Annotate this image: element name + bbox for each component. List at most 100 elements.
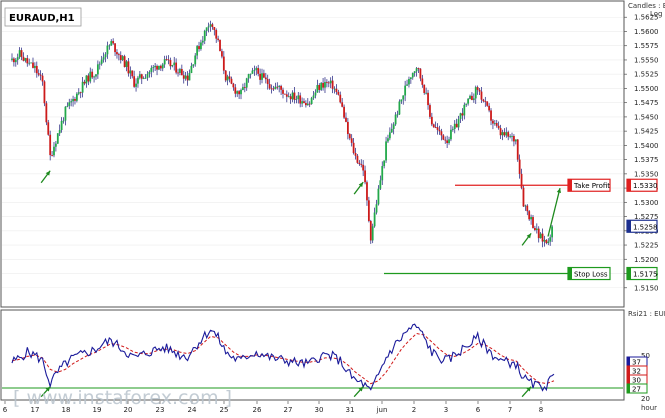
candle-down xyxy=(289,96,292,100)
candle-down xyxy=(175,62,178,73)
candle-up xyxy=(398,101,401,115)
candle-down xyxy=(180,69,183,76)
candle-up xyxy=(501,132,504,136)
candle-up xyxy=(388,132,391,139)
candle-up xyxy=(152,67,155,68)
candle-down xyxy=(325,81,328,83)
candle-down xyxy=(541,233,544,242)
candle-down xyxy=(159,65,162,69)
rsi-value-tab xyxy=(627,357,630,366)
candle-up xyxy=(150,67,153,72)
candle-up xyxy=(34,65,36,68)
candle-up xyxy=(236,91,239,94)
candle-down xyxy=(337,91,340,95)
scale-label: Log xyxy=(650,10,663,18)
price-tick-label: 1.5150 xyxy=(634,284,659,292)
candle-down xyxy=(41,75,44,82)
time-tick-label: 2 xyxy=(412,406,416,414)
candle-up xyxy=(58,130,61,134)
candle-up xyxy=(190,65,193,73)
candle-up xyxy=(314,92,317,96)
candle-down xyxy=(169,60,172,67)
price-tick-label: 1.5500 xyxy=(634,85,659,93)
candle-down xyxy=(156,65,158,70)
candle-up xyxy=(137,77,139,84)
candle-down xyxy=(213,26,216,31)
candle-down xyxy=(131,70,134,77)
candle-down xyxy=(221,51,223,57)
candle-down xyxy=(537,228,540,239)
candle-down xyxy=(438,129,441,132)
candle-down xyxy=(43,81,46,104)
indicator-label: Rsi21 : EUR xyxy=(628,310,665,318)
price-chart: Take ProfitStop Loss 1.56251.56001.55751… xyxy=(0,0,665,414)
price-tick-label: 1.5525 xyxy=(634,71,659,79)
candle-down xyxy=(350,138,353,143)
price-tick-label: 1.5425 xyxy=(634,128,659,136)
candle-down xyxy=(280,85,282,90)
candle-up xyxy=(200,42,202,50)
candle-down xyxy=(217,38,220,40)
candle-down xyxy=(119,55,122,61)
candle-down xyxy=(232,83,235,88)
candle-up xyxy=(77,92,80,94)
rsi-tick-label: 20 xyxy=(641,395,650,403)
time-tick-label: 8 xyxy=(539,406,543,414)
candle-up xyxy=(121,56,124,61)
candle-up xyxy=(18,50,21,58)
candle-up xyxy=(383,160,386,167)
candle-up xyxy=(415,68,418,72)
time-tick-label: 31 xyxy=(346,406,355,414)
candle-down xyxy=(228,76,231,79)
candle-down xyxy=(35,65,38,74)
candle-up xyxy=(100,59,103,64)
candle-down xyxy=(222,56,225,71)
rsi-value-tab xyxy=(627,375,630,384)
candle-up xyxy=(306,103,309,106)
time-tick-label: 7 xyxy=(508,406,512,414)
candle-down xyxy=(133,76,136,87)
candle-up xyxy=(158,65,160,70)
candle-up xyxy=(261,73,263,80)
candle-up xyxy=(381,166,384,181)
price-tick-label: 1.5600 xyxy=(634,28,659,36)
candle-up xyxy=(453,123,456,129)
candle-up xyxy=(524,205,527,207)
price-tick-label: 1.5300 xyxy=(634,199,659,207)
candle-down xyxy=(123,56,126,67)
candle-up xyxy=(253,69,256,71)
candle-up xyxy=(205,27,208,31)
candle-down xyxy=(303,101,305,104)
candle-down xyxy=(352,142,355,153)
candle-down xyxy=(362,164,365,171)
candle-up xyxy=(135,83,137,87)
candle-up xyxy=(24,58,27,61)
candle-down xyxy=(421,78,424,85)
take-profit-price-label: 1.5330 xyxy=(633,182,658,190)
candle-down xyxy=(482,99,485,102)
candle-down xyxy=(308,103,311,105)
candle-up xyxy=(173,62,176,66)
candle-up xyxy=(551,226,553,238)
candle-down xyxy=(22,56,25,61)
candle-up xyxy=(505,132,508,136)
take-profit-label: Take Profit xyxy=(573,182,610,190)
time-tick-label: 6 xyxy=(476,406,481,414)
candle-up xyxy=(467,98,470,104)
candle-up xyxy=(163,59,166,65)
symbol-label: EURAUD,H1 xyxy=(9,13,75,24)
candle-up xyxy=(535,228,538,231)
candle-down xyxy=(446,140,449,144)
candle-up xyxy=(209,24,212,27)
candle-down xyxy=(495,123,498,126)
candle-up xyxy=(413,71,416,74)
candle-up xyxy=(509,136,512,137)
candle-down xyxy=(268,84,271,89)
time-tick-label: 3 xyxy=(444,406,448,414)
candle-up xyxy=(312,95,315,99)
candle-up xyxy=(242,87,244,90)
candle-down xyxy=(429,105,431,117)
time-tick-label: 26 xyxy=(253,406,262,414)
candle-down xyxy=(167,59,170,61)
candle-up xyxy=(192,64,195,66)
